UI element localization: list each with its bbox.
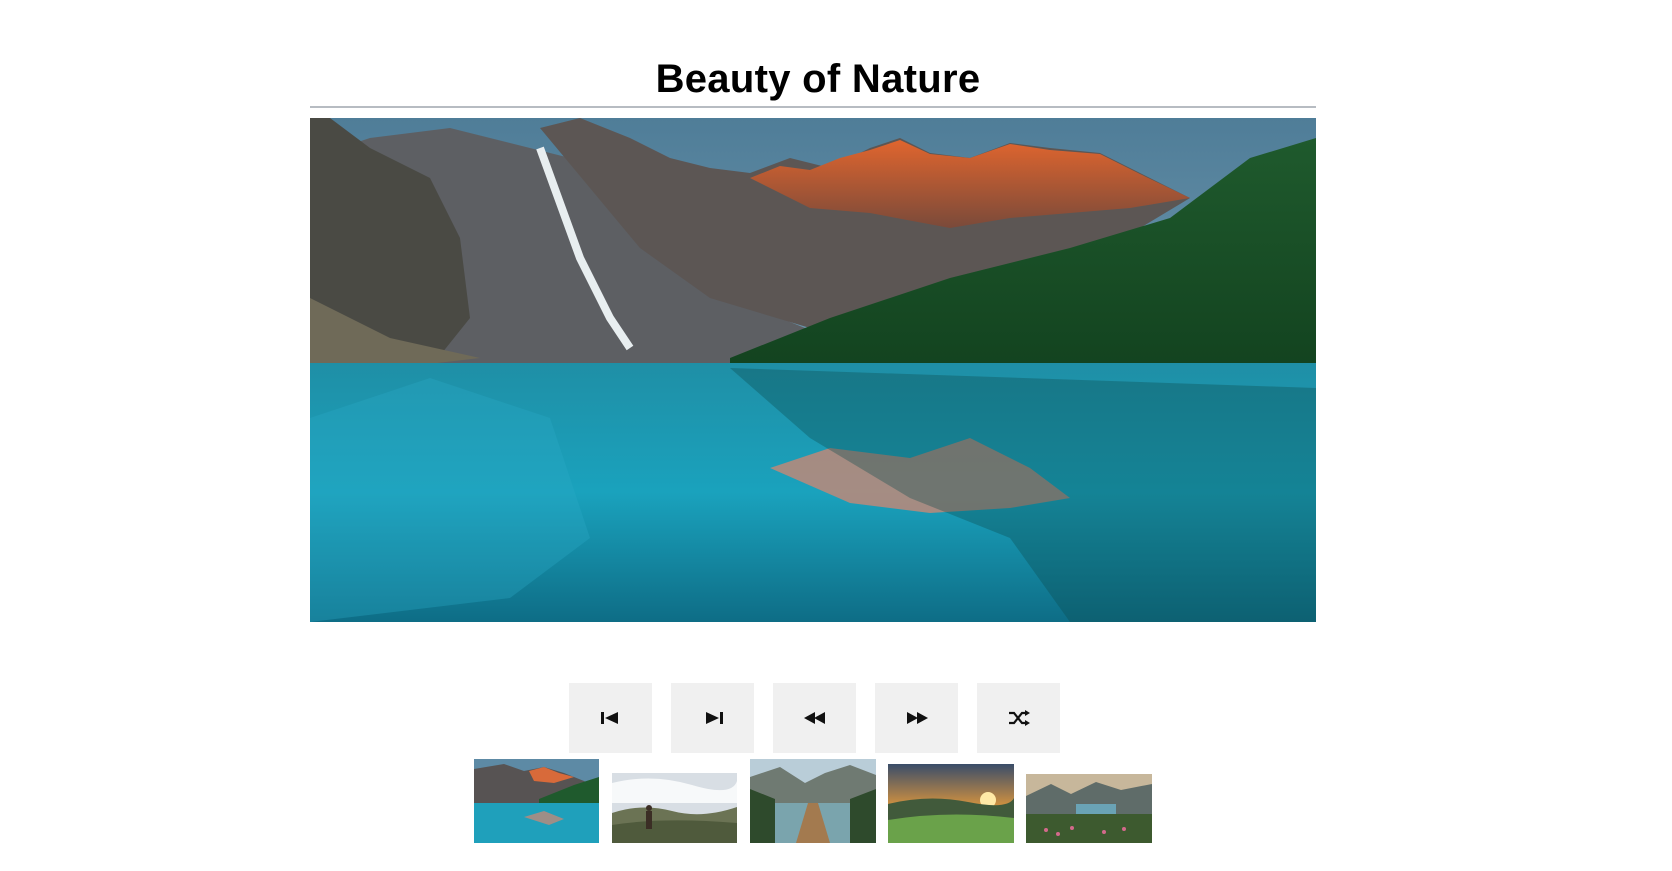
boardwalk-lake-thumbnail — [750, 759, 876, 843]
last-button[interactable] — [671, 683, 754, 753]
thumbnail-item[interactable] — [474, 759, 599, 843]
playback-controls — [569, 683, 1060, 753]
page-title: Beauty of Nature — [655, 56, 981, 101]
shuffle-icon — [1008, 710, 1030, 726]
shuffle-button[interactable] — [977, 683, 1060, 753]
mountain-lake-photo — [310, 118, 1316, 622]
hiker-sky-thumbnail — [612, 773, 737, 843]
first-button[interactable] — [569, 683, 652, 753]
skip-first-icon — [600, 712, 618, 724]
previous-button[interactable] — [773, 683, 856, 753]
thumbnail-item[interactable] — [750, 759, 876, 843]
fast-forward-icon — [906, 712, 928, 724]
alpine-flowers-thumbnail — [1026, 774, 1152, 843]
thumbnail-item[interactable] — [1026, 774, 1152, 843]
main-photo — [310, 118, 1316, 622]
thumbnail-item[interactable] — [612, 773, 737, 843]
sunset-meadow-thumbnail — [888, 764, 1014, 843]
rewind-icon — [803, 712, 825, 724]
next-button[interactable] — [875, 683, 958, 753]
mountain-lake-thumbnail — [474, 759, 599, 843]
thumbnail-item[interactable] — [888, 764, 1014, 843]
thumbnail-strip — [474, 759, 1154, 846]
skip-last-icon — [705, 712, 723, 724]
title-divider — [310, 106, 1316, 108]
